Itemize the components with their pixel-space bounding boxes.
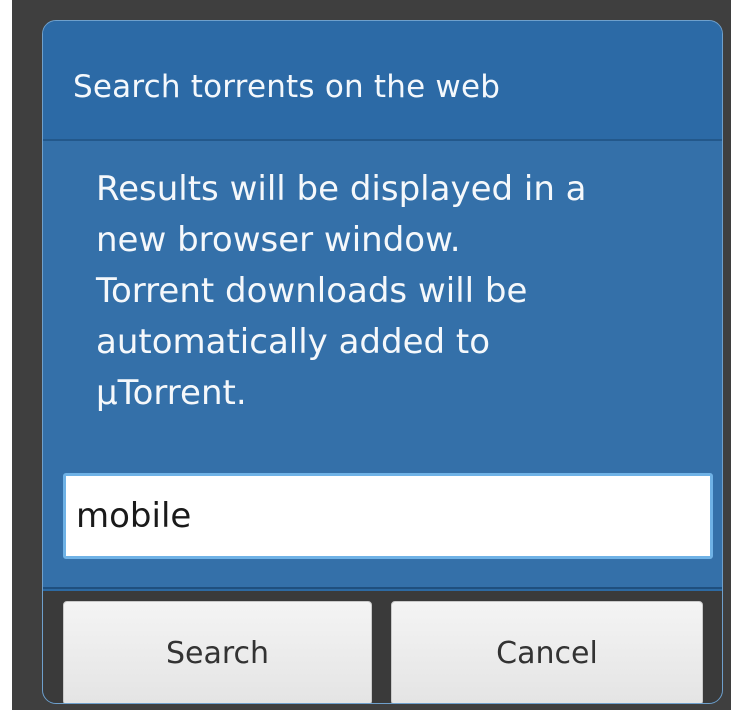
dialog-button-bar: Search Cancel: [43, 591, 722, 703]
cancel-button[interactable]: Cancel: [391, 601, 703, 703]
dialog-title-bar: Search torrents on the web: [43, 21, 722, 141]
dialog-title: Search torrents on the web: [73, 69, 501, 105]
search-torrents-dialog: Search torrents on the web Results will …: [42, 20, 723, 704]
message-line: µTorrent.: [96, 373, 247, 413]
message-line: Torrent downloads will be: [96, 271, 528, 311]
search-query-input[interactable]: [63, 473, 713, 559]
screen-right-border: [731, 0, 743, 710]
search-button[interactable]: Search: [63, 601, 372, 703]
message-line: Results will be displayed in a: [96, 169, 587, 209]
message-line: new browser window.: [96, 220, 461, 260]
dialog-message: Results will be displayed in a new brows…: [96, 164, 696, 419]
message-line: automatically added to: [96, 322, 491, 362]
